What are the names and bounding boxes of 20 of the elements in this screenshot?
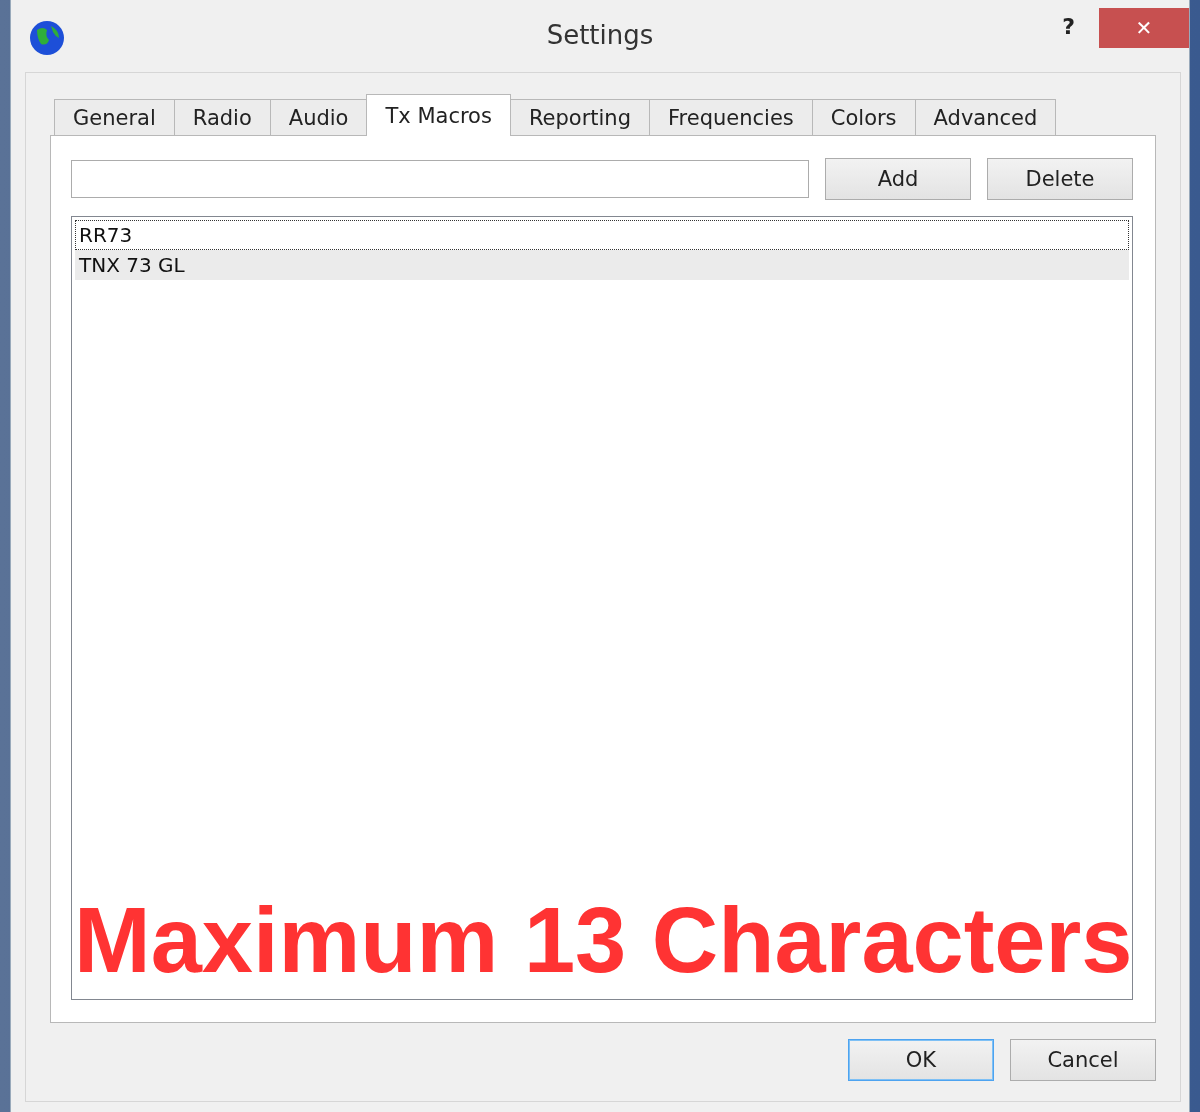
tab[interactable]: Colors [811, 99, 916, 135]
globe-icon [29, 20, 65, 56]
macro-input-field[interactable] [71, 160, 809, 198]
tab[interactable]: Radio [173, 99, 271, 135]
help-button[interactable]: ? [1058, 14, 1079, 39]
annotation-text: Maximum 13 Characters [74, 888, 1133, 993]
window-title: Settings [546, 20, 654, 50]
tab[interactable]: Audio [269, 99, 368, 135]
close-button[interactable]: ✕ [1099, 8, 1189, 48]
tab[interactable]: General [54, 99, 175, 135]
list-item[interactable]: TNX 73 GL [75, 250, 1129, 280]
tab[interactable]: Tx Macros [366, 94, 511, 136]
tab[interactable]: Reporting [509, 99, 650, 135]
list-item[interactable]: RR73 [75, 220, 1129, 250]
delete-button[interactable]: Delete [987, 158, 1133, 200]
tab[interactable]: Advanced [914, 99, 1057, 135]
cancel-button[interactable]: Cancel [1010, 1039, 1156, 1081]
add-button[interactable]: Add [825, 158, 971, 200]
ok-button[interactable]: OK [848, 1039, 994, 1081]
tab[interactable]: Frequencies [649, 99, 813, 135]
